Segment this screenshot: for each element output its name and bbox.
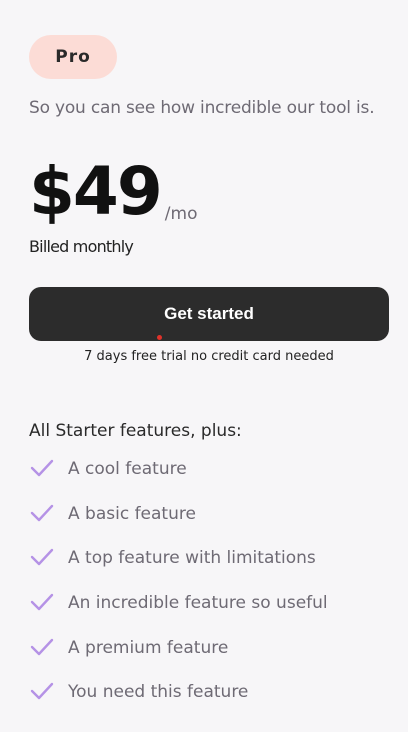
feature-item: A basic feature bbox=[29, 500, 328, 545]
feature-label: A cool feature bbox=[68, 459, 187, 479]
trial-note: 7 days free trial no credit card needed bbox=[84, 349, 334, 364]
check-icon bbox=[30, 549, 54, 566]
check-icon bbox=[30, 683, 54, 700]
feature-label: A top feature with limitations bbox=[68, 548, 316, 569]
feature-item: A top feature with limitations bbox=[29, 544, 328, 589]
feature-item: You need this feature bbox=[29, 678, 328, 723]
feature-label: You need this feature bbox=[68, 682, 249, 703]
get-started-label: Get started bbox=[164, 304, 254, 323]
feature-label: A premium feature bbox=[68, 637, 229, 658]
price-row: $49 /mo bbox=[29, 154, 197, 230]
plan-badge: Pro bbox=[29, 35, 117, 79]
check-icon bbox=[30, 638, 54, 655]
feature-item: A cool feature bbox=[29, 455, 328, 500]
features-title: All Starter features, plus: bbox=[29, 421, 242, 441]
check-icon bbox=[30, 593, 54, 611]
check-icon bbox=[30, 504, 54, 521]
feature-item: An incredible feature so useful bbox=[29, 589, 328, 634]
plan-price: $49 bbox=[29, 153, 163, 230]
feature-label: A basic feature bbox=[68, 503, 196, 524]
feature-label: An incredible feature so useful bbox=[68, 593, 328, 614]
pricing-card: Pro So you can see how incredible our to… bbox=[0, 0, 408, 732]
indicator-dot bbox=[157, 335, 162, 340]
check-icon bbox=[30, 459, 54, 477]
feature-item: A premium feature bbox=[29, 634, 328, 679]
feature-list: A cool feature A basic feature A top featu… bbox=[29, 455, 328, 723]
plan-subtitle: So you can see how incredible our tool i… bbox=[29, 98, 375, 118]
get-started-button[interactable]: Get started bbox=[29, 287, 389, 341]
billing-frequency: Billed monthly bbox=[29, 237, 134, 256]
price-period: /mo bbox=[164, 204, 198, 224]
